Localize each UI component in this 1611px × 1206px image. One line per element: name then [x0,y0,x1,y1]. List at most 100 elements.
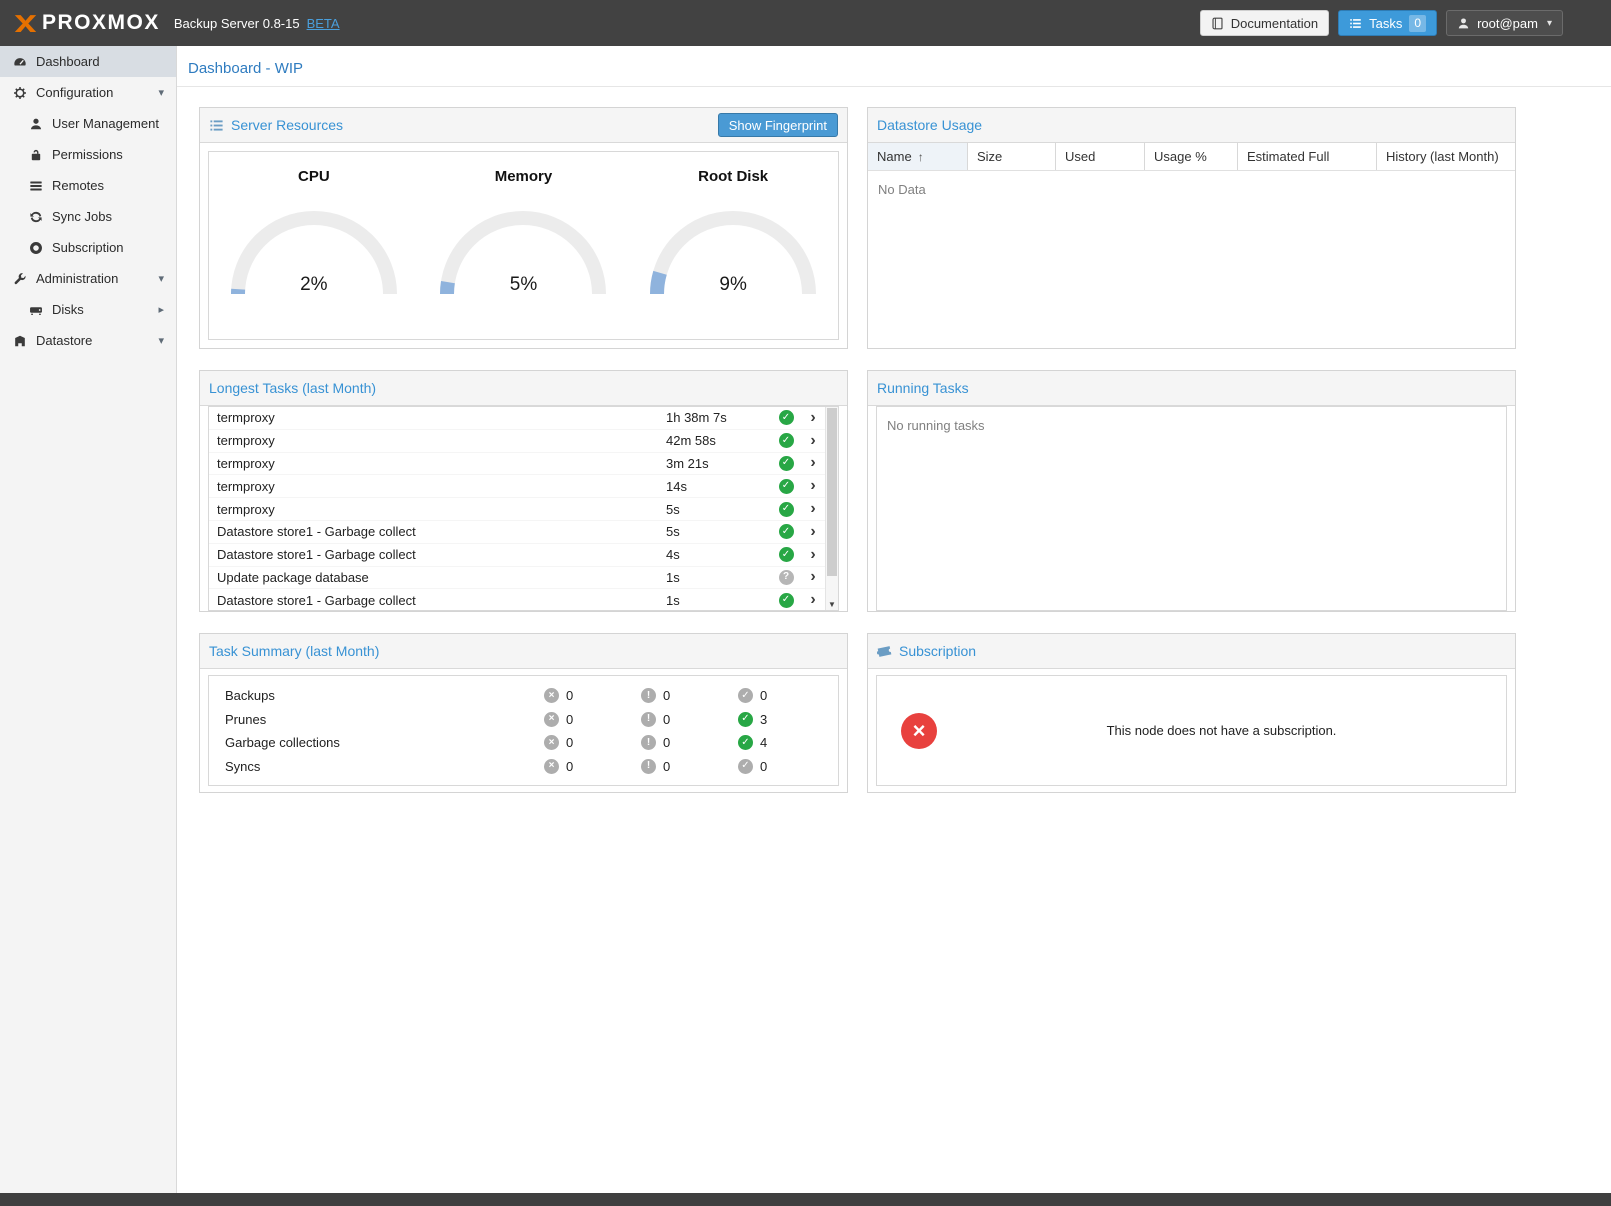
summary-errors: ×0 [544,688,641,703]
ok-count: 0 [760,688,767,703]
task-row[interactable]: termproxy42m 58s✓› [209,430,825,453]
task-row[interactable]: termproxy14s✓› [209,475,825,498]
gauge-label: CPU [214,168,414,185]
server-resources-title: Server Resources [231,117,343,133]
summary-row-prunes: Prunes×0!0✓3 [209,708,838,732]
task-list-icon [1349,17,1362,30]
datastore-table-header: Name↑SizeUsedUsage %Estimated FullHistor… [868,143,1515,171]
sidebar-item-disks[interactable]: Disks▸ [0,294,176,325]
task-duration: 42m 58s [666,433,771,448]
task-name: termproxy [209,502,666,517]
summary-row-syncs: Syncs×0!0✓0 [209,755,838,779]
chevron-right-icon[interactable]: › [801,547,825,563]
check-circle-icon: ✓ [738,759,753,774]
sidebar-item-subscription[interactable]: Subscription [0,232,176,263]
user-menu-button[interactable]: root@pam ▾ [1446,10,1563,36]
sidebar-item-administration[interactable]: Administration▾ [0,263,176,294]
app-window: PROXMOX Backup Server 0.8-15 BETA Docume… [0,0,1611,1206]
task-row[interactable]: termproxy5s✓› [209,498,825,521]
chevron-right-icon[interactable]: › [801,524,825,540]
task-row[interactable]: Datastore store1 - Garbage collect5s✓› [209,521,825,544]
column-header-name[interactable]: Name↑ [868,143,968,170]
ok-count: 0 [760,759,767,774]
caret-down-icon: ▾ [158,334,168,347]
column-header-usage[interactable]: Usage % [1145,143,1238,170]
check-circle-icon: ✓ [738,688,753,703]
column-header-used[interactable]: Used [1056,143,1145,170]
tasks-button[interactable]: Tasks 0 [1338,10,1437,36]
summary-label: Syncs [209,759,544,774]
beta-link[interactable]: BETA [307,16,340,31]
warning-count: 0 [663,735,670,750]
sidebar-item-user-management[interactable]: User Management [0,108,176,139]
chevron-right-icon[interactable]: › [801,501,825,517]
summary-row-backups: Backups×0! 0 ✓ 0 [209,684,838,708]
column-header-estimated-full[interactable]: Estimated Full [1238,143,1377,170]
chevron-right-icon[interactable]: › [801,569,825,585]
task-duration: 1h 38m 7s [666,410,771,425]
running-tasks-empty-text: No running tasks [877,407,1506,444]
longest-tasks-list: termproxy1h 38m 7s✓›termproxy42m 58s✓›te… [209,407,825,610]
task-duration: 1s [666,570,771,585]
chevron-right-icon[interactable]: › [801,592,825,608]
scroll-down-icon[interactable]: ▼ [826,600,838,609]
subscription-message: This node does not have a subscription. [937,723,1506,738]
scrollbar[interactable]: ▼ [825,407,838,610]
gauge-icon [12,54,27,69]
warning-count: 0 [663,712,670,727]
task-row[interactable]: Update package database1s?› [209,567,825,590]
sidebar-item-label: Administration [36,271,118,286]
bars-icon [28,178,43,193]
building-icon [12,333,27,348]
task-row[interactable]: Datastore store1 - Garbage collect1s✓› [209,589,825,611]
times-circle-icon: × [544,759,559,774]
show-fingerprint-button[interactable]: Show Fingerprint [718,113,838,137]
task-row[interactable]: Datastore store1 - Garbage collect4s✓› [209,544,825,567]
exclamation-circle-icon: ! [641,688,656,703]
running-tasks-title: Running Tasks [877,380,969,396]
error-count: 0 [566,712,573,727]
subscription-panel: Subscription × This node does not have a… [867,633,1516,793]
sidebar-item-remotes[interactable]: Remotes [0,170,176,201]
user-icon [1457,17,1470,30]
task-duration: 5s [666,524,771,539]
sidebar-item-dashboard[interactable]: Dashboard [0,46,176,77]
no-subscription-icon: × [901,713,937,749]
sidebar-item-label: Subscription [52,240,124,255]
ok-count: 4 [760,735,767,750]
sidebar-item-permissions[interactable]: Permissions [0,139,176,170]
warning-count: 0 [663,759,670,774]
task-row[interactable]: termproxy3m 21s✓› [209,453,825,476]
running-tasks-panel: Running Tasks No running tasks [867,370,1516,612]
sidebar: DashboardConfiguration▾User ManagementPe… [0,46,177,1193]
summary-label: Backups [209,688,544,703]
task-name: Datastore store1 - Garbage collect [209,593,666,608]
column-header-size[interactable]: Size [968,143,1056,170]
sidebar-item-label: Remotes [52,178,104,193]
datastore-usage-panel: Datastore Usage Name↑SizeUsedUsage %Esti… [867,107,1516,349]
chevron-right-icon[interactable]: › [801,455,825,471]
dashboard-grid: Server Resources Show Fingerprint CPU2%M… [199,107,1516,793]
sidebar-item-sync-jobs[interactable]: Sync Jobs [0,201,176,232]
summary-ok: ✓0 [738,759,835,774]
chevron-right-icon[interactable]: › [801,478,825,494]
task-summary-panel: Task Summary (last Month) Backups×0!0✓0P… [199,633,848,793]
summary-label: Garbage collections [209,735,544,750]
chevron-right-icon[interactable]: › [801,433,825,449]
summary-errors: ×0 [544,759,641,774]
lifering-icon [28,240,43,255]
summary-ok: ✓3 [738,712,835,727]
scrollbar-thumb[interactable] [827,408,837,576]
task-name: Update package database [209,570,666,585]
summary-row-garbage-collections: Garbage collections×0!0✓4 [209,731,838,755]
sidebar-item-configuration[interactable]: Configuration▾ [0,77,176,108]
documentation-button[interactable]: Documentation [1200,10,1329,36]
error-count: 0 [566,688,573,703]
page-title-bar: Dashboard - WIP [177,46,1611,87]
chevron-right-icon[interactable]: › [801,410,825,426]
column-header-history-last-month[interactable]: History (last Month) [1377,143,1515,170]
task-row[interactable]: termproxy1h 38m 7s✓› [209,407,825,430]
sidebar-item-datastore[interactable]: Datastore▾ [0,325,176,356]
proxmox-x-icon [12,10,39,37]
top-actions: Documentation Tasks 0 root@pam ▾ [1200,10,1563,36]
